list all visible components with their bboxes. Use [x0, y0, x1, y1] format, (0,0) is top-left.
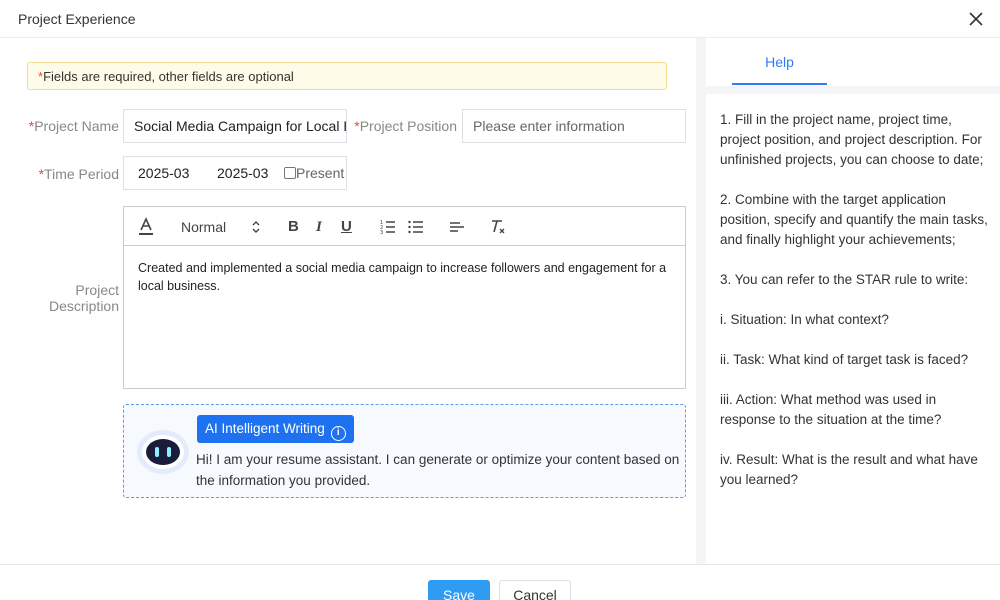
help-paragraph: 2. Combine with the target application p…	[720, 192, 988, 247]
form-area: *Fields are required, other fields are o…	[0, 38, 696, 564]
dialog-header: Project Experience	[0, 0, 1000, 38]
select-arrows-icon[interactable]	[251, 217, 261, 237]
ai-writing-button[interactable]: AI Intelligent Writing i	[197, 415, 354, 443]
tab-help[interactable]: Help	[732, 38, 827, 85]
project-name-label: *Project Name	[28, 118, 119, 134]
help-content: 1. Fill in the project name, project tim…	[720, 110, 994, 510]
bold-icon[interactable]: B	[288, 217, 299, 237]
time-period-label: *Time Period	[38, 166, 119, 182]
present-checkbox[interactable]	[284, 167, 296, 179]
ai-message: Hi! I am your resume assistant. I can ge…	[196, 452, 680, 488]
dialog-footer: Save Cancel	[0, 564, 1000, 600]
text-color-icon[interactable]	[138, 217, 154, 237]
dialog-title: Project Experience	[18, 11, 136, 27]
editor-toolbar: Normal B I U 123	[124, 207, 685, 246]
project-name-input[interactable]: Social Media Campaign for Local Bu	[123, 109, 347, 143]
bullet-list-icon[interactable]	[408, 217, 424, 237]
description-content[interactable]: Created and implemented a social media c…	[138, 259, 673, 295]
project-position-input[interactable]: Please enter information	[462, 109, 686, 143]
help-paragraph: 1. Fill in the project name, project tim…	[720, 112, 984, 167]
project-description-label: Project Description	[48, 282, 119, 314]
rich-text-editor: Normal B I U 123 Created and implemented…	[123, 206, 686, 389]
ai-writing-panel: AI Intelligent Writing i Hi! I am your re…	[123, 404, 686, 498]
notice-text: Fields are required, other fields are op…	[43, 69, 294, 84]
help-paragraph: ii. Task: What kind of target task is fa…	[720, 352, 969, 367]
present-label: Present	[296, 165, 345, 181]
project-position-label: *Project Position	[354, 118, 457, 134]
cancel-button[interactable]: Cancel	[499, 580, 571, 600]
end-date-picker[interactable]: 2025-03	[217, 165, 268, 181]
italic-icon[interactable]: I	[316, 217, 322, 237]
time-period-field: 2025-03 2025-03 Present	[123, 156, 347, 190]
help-separator	[706, 86, 1000, 94]
info-icon[interactable]: i	[330, 426, 346, 441]
clear-format-icon[interactable]	[490, 217, 506, 237]
align-left-icon[interactable]	[449, 217, 465, 237]
help-paragraph: iv. Result: What is the result and what …	[720, 452, 978, 487]
start-date-picker[interactable]: 2025-03	[138, 165, 189, 181]
help-paragraph: i. Situation: In what context?	[720, 312, 889, 327]
svg-text:3: 3	[380, 230, 383, 236]
robot-avatar-icon	[135, 427, 191, 475]
format-select[interactable]: Normal	[181, 217, 226, 237]
underline-icon[interactable]: U	[341, 217, 352, 237]
close-icon[interactable]	[966, 9, 986, 29]
help-paragraph: 3. You can refer to the STAR rule to wri…	[720, 272, 969, 287]
panel-divider	[696, 38, 706, 564]
save-button[interactable]: Save	[428, 580, 490, 600]
help-panel: Help 1. Fill in the project name, projec…	[706, 38, 1000, 564]
required-notice: *Fields are required, other fields are o…	[27, 62, 667, 90]
help-paragraph: iii. Action: What method was used in res…	[720, 392, 942, 427]
ordered-list-icon[interactable]: 123	[380, 217, 396, 237]
